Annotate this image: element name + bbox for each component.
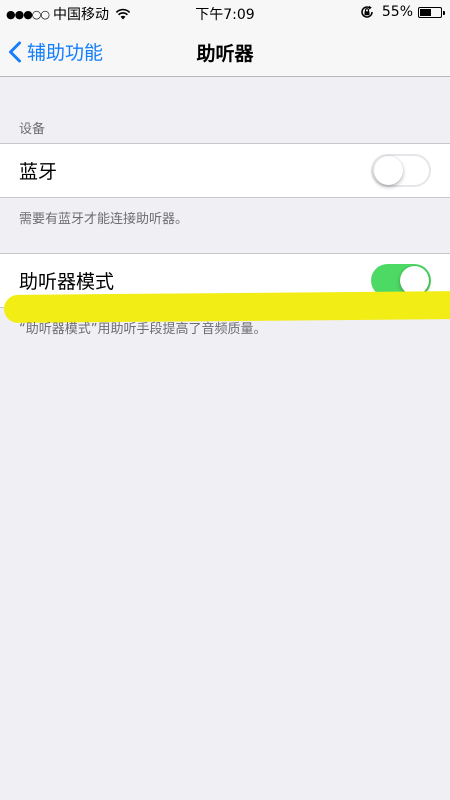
battery-fill bbox=[420, 8, 431, 16]
section-header-devices: 设备 bbox=[19, 122, 46, 137]
bluetooth-group: 蓝牙 bbox=[0, 143, 450, 198]
hearing-aid-mode-footer-note: “助听器模式”用助听手段提高了音频质量。 bbox=[19, 322, 267, 337]
status-right: 55% bbox=[360, 4, 445, 20]
hearing-aid-mode-label: 助听器模式 bbox=[19, 271, 115, 293]
battery-icon bbox=[418, 6, 445, 18]
battery-percentage: 55% bbox=[381, 4, 413, 20]
bluetooth-footer-note: 需要有蓝牙才能连接助听器。 bbox=[19, 212, 189, 227]
navigation-bar: 辅助功能 助听器 bbox=[0, 26, 450, 77]
page-title: 助听器 bbox=[196, 43, 254, 65]
toggle-knob bbox=[374, 156, 403, 185]
bluetooth-label: 蓝牙 bbox=[19, 161, 58, 183]
rotation-lock-icon bbox=[361, 5, 373, 18]
status-bar: ●●●○○ 中国移动 下午7:09 55% bbox=[0, 0, 450, 26]
bluetooth-row: 蓝牙 bbox=[0, 144, 450, 197]
bluetooth-toggle[interactable] bbox=[371, 154, 431, 187]
